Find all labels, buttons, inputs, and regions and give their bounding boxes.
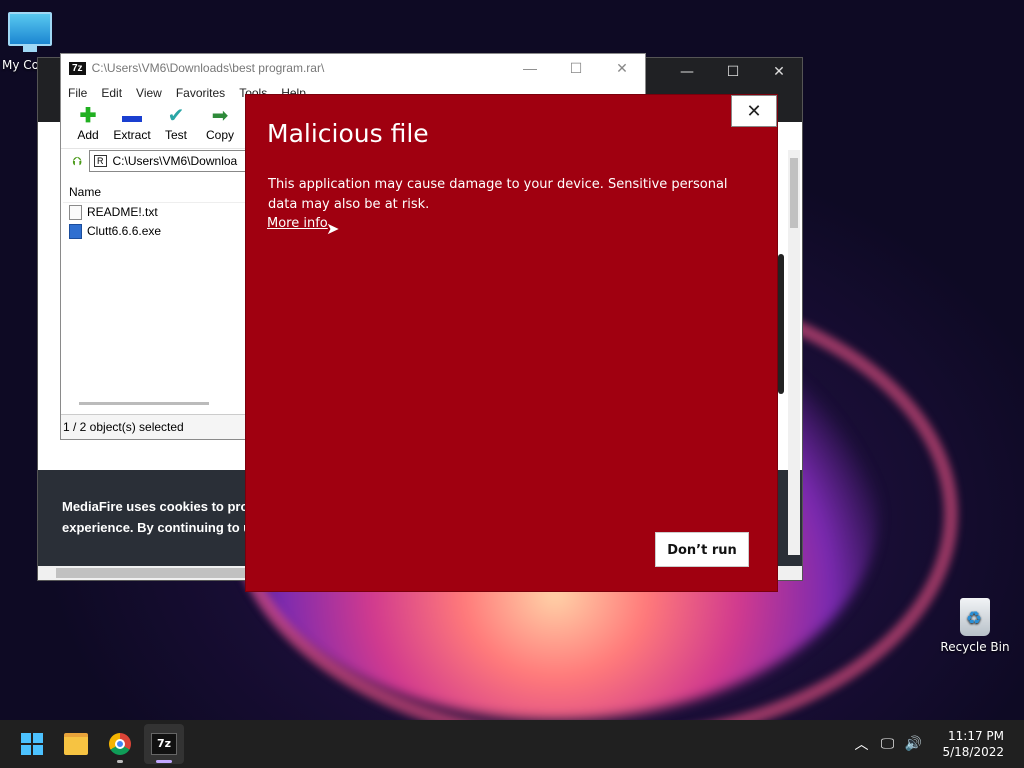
recycle-bin-label: Recycle Bin xyxy=(940,640,1010,654)
recycle-bin-desktop-icon[interactable]: ♻ Recycle Bin xyxy=(940,598,1010,654)
add-button[interactable]: ✚ Add xyxy=(67,104,109,148)
close-button[interactable]: ✕ xyxy=(756,64,802,80)
copy-icon: ➡ xyxy=(211,105,229,127)
7zip-logo-icon: 7z xyxy=(69,61,86,75)
menu-view[interactable]: View xyxy=(136,82,162,104)
dialog-message: This application may cause damage to you… xyxy=(268,177,728,212)
add-icon: ✚ xyxy=(79,105,97,127)
recycle-bin-icon: ♻ xyxy=(960,598,990,636)
7zip-titlebar: 7z C:\Users\VM6\Downloads\best program.r… xyxy=(61,54,645,82)
dialog-title: Malicious file xyxy=(267,119,429,148)
folder-icon xyxy=(64,733,88,755)
page-element xyxy=(778,254,784,394)
scroll-thumb[interactable] xyxy=(56,568,256,578)
scroll-thumb[interactable] xyxy=(790,158,798,228)
network-icon[interactable]: 🖵 xyxy=(874,736,900,752)
maximize-button[interactable]: ☐ xyxy=(710,64,756,80)
system-tray: ︿ 🖵 🔊 11:17 PM 5/18/2022 xyxy=(848,728,1024,760)
chrome-icon xyxy=(109,733,131,755)
start-button[interactable] xyxy=(12,724,52,764)
monitor-icon xyxy=(8,12,52,46)
close-button[interactable]: ✕ xyxy=(599,60,645,77)
column-header-name[interactable]: Name xyxy=(63,182,245,203)
vertical-scrollbar[interactable] xyxy=(788,150,800,555)
exe-file-icon xyxy=(69,224,82,239)
extract-icon: ▬ xyxy=(122,105,142,127)
list-item[interactable]: Clutt6.6.6.exe xyxy=(63,222,245,241)
minimize-button[interactable]: — xyxy=(507,60,553,77)
dialog-close-button[interactable]: ✕ xyxy=(731,95,777,127)
dont-run-button[interactable]: Don’t run xyxy=(655,532,749,567)
more-info-link[interactable]: More info xyxy=(267,216,328,231)
clock[interactable]: 11:17 PM 5/18/2022 xyxy=(942,728,1004,760)
chrome-taskbar-button[interactable] xyxy=(100,724,140,764)
text-file-icon xyxy=(69,205,82,220)
list-scrollbar[interactable] xyxy=(79,402,209,405)
volume-icon[interactable]: 🔊 xyxy=(900,736,926,752)
smartscreen-dialog: ✕ Malicious file This application may ca… xyxy=(245,94,778,592)
clock-date: 5/18/2022 xyxy=(942,745,1004,759)
taskbar: 7z ︿ 🖵 🔊 11:17 PM 5/18/2022 xyxy=(0,720,1024,768)
menu-file[interactable]: File xyxy=(68,82,87,104)
test-button[interactable]: ✔ Test xyxy=(155,104,197,148)
list-item[interactable]: README!.txt xyxy=(63,203,245,222)
chevron-up-icon[interactable]: ︿ xyxy=(848,734,874,754)
maximize-button[interactable]: ☐ xyxy=(553,60,599,77)
menu-favorites[interactable]: Favorites xyxy=(176,82,225,104)
archive-icon: R xyxy=(94,155,107,167)
file-explorer-taskbar-button[interactable] xyxy=(56,724,96,764)
test-icon: ✔ xyxy=(167,105,185,127)
clock-time: 11:17 PM xyxy=(948,729,1004,743)
window-title: C:\Users\VM6\Downloads\best program.rar\ xyxy=(91,61,325,75)
menu-edit[interactable]: Edit xyxy=(101,82,122,104)
7zip-icon: 7z xyxy=(151,733,177,755)
up-folder-icon[interactable]: ⮉ xyxy=(65,154,89,169)
mouse-pointer-icon: ➤ xyxy=(326,219,340,238)
7zip-taskbar-button[interactable]: 7z xyxy=(144,724,184,764)
file-list: Name README!.txt Clutt6.6.6.exe xyxy=(63,182,245,412)
copy-button[interactable]: ➡ Copy xyxy=(199,104,241,148)
extract-button[interactable]: ▬ Extract xyxy=(111,104,153,148)
windows-logo-icon xyxy=(21,733,43,755)
minimize-button[interactable]: — xyxy=(664,64,710,80)
path-text: C:\Users\VM6\Downloa xyxy=(112,154,238,168)
